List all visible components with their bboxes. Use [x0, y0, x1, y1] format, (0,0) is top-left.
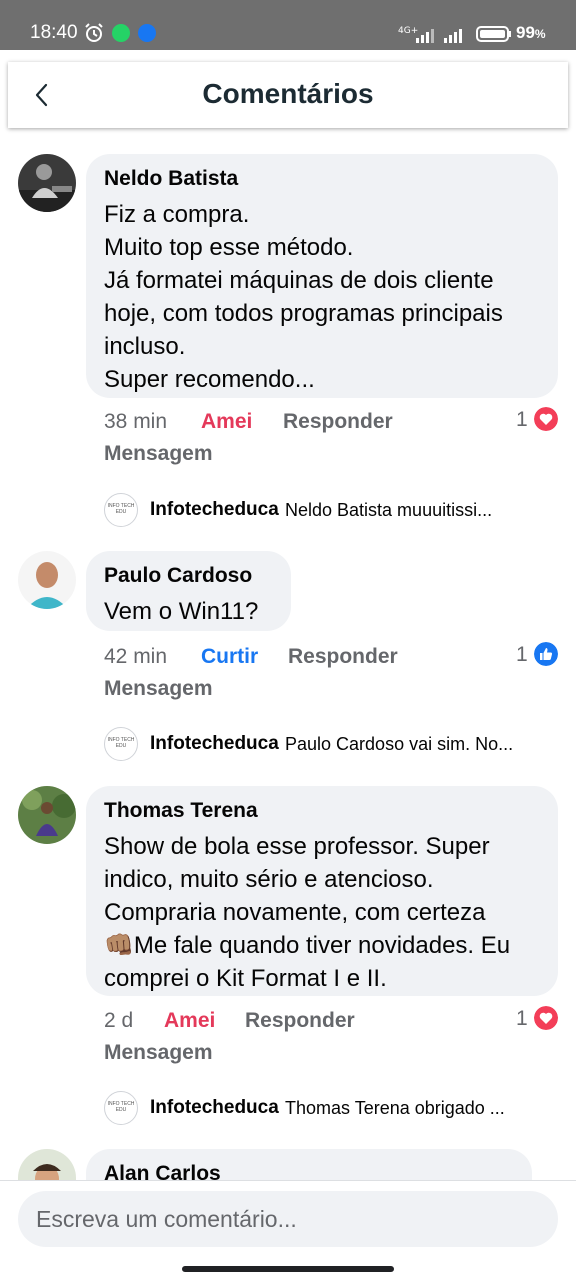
- like-reaction-icon[interactable]: [534, 642, 558, 666]
- comment-time: 2 d: [104, 1009, 134, 1032]
- reply-preview[interactable]: INFO TECH EDU Infotecheduca Neldo Batist…: [104, 493, 558, 527]
- signal-icon: 4G+: [398, 26, 462, 43]
- comment-composer: [0, 1180, 576, 1280]
- message-button[interactable]: Mensagem: [104, 677, 213, 701]
- love-reaction-button[interactable]: Amei: [164, 1009, 215, 1033]
- page-title: Comentários: [202, 78, 374, 109]
- like-reaction-button[interactable]: Curtir: [201, 645, 258, 669]
- alarm-icon: [85, 23, 103, 42]
- comment-time: 38 min: [104, 410, 168, 433]
- reply-text: Thomas Terena obrigado ...: [285, 1098, 505, 1118]
- infotecheduca-avatar: INFO TECH EDU: [104, 727, 138, 761]
- comment-bubble[interactable]: Paulo Cardoso Vem o Win11?: [86, 551, 291, 631]
- home-indicator[interactable]: [182, 1266, 394, 1272]
- message-button[interactable]: Mensagem: [104, 1041, 213, 1065]
- comment-bubble[interactable]: Alan Carlos: [86, 1149, 532, 1180]
- avatar-alan-carlos[interactable]: [18, 1149, 76, 1180]
- top-bar: Comentários: [8, 62, 568, 128]
- reply-author: Infotecheduca: [150, 1097, 279, 1118]
- avatar-neldo-batista[interactable]: [18, 154, 76, 212]
- status-time: 18:40: [30, 22, 78, 43]
- infotecheduca-avatar: INFO TECH EDU: [104, 493, 138, 527]
- comment-text: Fiz a compra. Muito top esse método. Já …: [104, 201, 503, 393]
- love-reaction-icon[interactable]: [534, 407, 558, 431]
- battery-icon: [476, 26, 511, 42]
- avatar-thomas-terena[interactable]: [18, 786, 76, 844]
- reply-text: Neldo Batista muuuitissi...: [285, 500, 493, 520]
- comment-bubble[interactable]: Neldo Batista Fiz a compra. Muito top es…: [86, 154, 558, 398]
- reply-author: Infotecheduca: [150, 733, 279, 754]
- reply-preview[interactable]: INFO TECH EDU Infotecheduca Thomas Teren…: [104, 1091, 558, 1125]
- comment-author[interactable]: Alan Carlos: [104, 1161, 514, 1180]
- whatsapp-icon: [112, 24, 130, 42]
- comment-text: Vem o Win11?: [104, 598, 259, 625]
- avatar-paulo-cardoso[interactable]: [18, 551, 76, 609]
- comment-time: 42 min: [104, 645, 168, 668]
- comment-author[interactable]: Thomas Terena: [104, 798, 540, 824]
- reply-button[interactable]: Responder: [283, 410, 393, 434]
- infotecheduca-avatar: INFO TECH EDU: [104, 1091, 138, 1125]
- comment-input[interactable]: [18, 1191, 558, 1247]
- love-reaction-icon[interactable]: [534, 1006, 558, 1030]
- network-label: 4G+: [398, 26, 418, 36]
- comment-author[interactable]: Paulo Cardoso: [104, 563, 273, 589]
- reaction-count[interactable]: 1: [516, 1007, 528, 1031]
- reply-text: Paulo Cardoso vai sim. No...: [285, 734, 514, 754]
- status-bar: 18:40 4G+ 99%: [0, 0, 576, 50]
- comment-text: Show de bola esse professor. Super indic…: [104, 833, 511, 992]
- reply-button[interactable]: Responder: [288, 645, 398, 669]
- reaction-count[interactable]: 1: [516, 408, 528, 432]
- comment-bubble[interactable]: Thomas Terena Show de bola esse professo…: [86, 786, 558, 996]
- battery-percent: 99%: [516, 23, 546, 42]
- reply-preview[interactable]: INFO TECH EDU Infotecheduca Paulo Cardos…: [104, 727, 558, 761]
- app-notification-icon: [138, 24, 156, 42]
- reply-button[interactable]: Responder: [245, 1009, 355, 1033]
- reaction-count[interactable]: 1: [516, 643, 528, 667]
- message-button[interactable]: Mensagem: [104, 442, 213, 466]
- reply-author: Infotecheduca: [150, 499, 279, 520]
- comment-author[interactable]: Neldo Batista: [104, 166, 540, 192]
- love-reaction-button[interactable]: Amei: [201, 410, 252, 434]
